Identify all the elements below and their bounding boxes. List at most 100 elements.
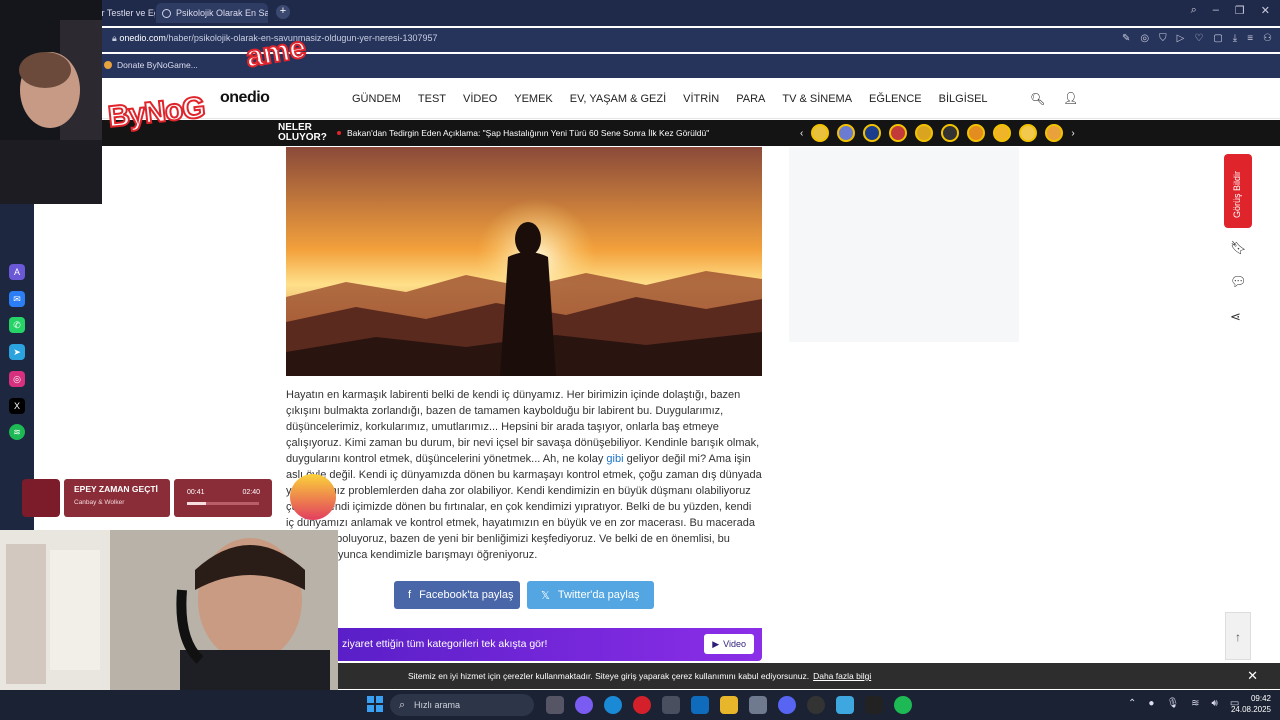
shield-icon[interactable]: ⛉ [1159, 33, 1167, 44]
story-item[interactable] [967, 124, 986, 142]
store-icon[interactable] [662, 696, 680, 714]
nav-item-ev-yasam[interactable]: EV, YAŞAM & GEZİ [570, 93, 666, 105]
task-view-icon[interactable] [546, 696, 564, 714]
taskbar-search[interactable]: Hızlı arama [390, 694, 534, 716]
inline-link[interactable]: gibi [606, 453, 623, 465]
volume-icon[interactable]: 🔊︎ [1212, 698, 1218, 709]
close-icon[interactable]: ✕ [1247, 668, 1258, 684]
user-icon[interactable]: 👤︎ [1063, 91, 1078, 105]
nav-item-gundem[interactable]: GÜNDEM [352, 93, 401, 105]
search-tabs-icon[interactable]: ⌕ [1191, 4, 1197, 17]
telegram-icon[interactable]: ➤ [9, 344, 25, 360]
browser-toolbar: ✎ ◎ ⛉ ▷ ♡ ▢ ⤓ ≡ ⚇ [1122, 33, 1272, 44]
chevron-up-icon[interactable]: ⌃ [1128, 698, 1136, 709]
total-time: 02:40 [242, 489, 260, 496]
video-promo-banner[interactable]: ziyaret ettiğin tüm kategorileri tek akı… [338, 628, 762, 661]
nav-item-video[interactable]: VİDEO [463, 93, 497, 105]
play-icon[interactable]: ▷ [1177, 33, 1185, 44]
search-icon[interactable]: 🔍︎ [1030, 92, 1045, 106]
instagram-icon[interactable]: ◎ [9, 371, 25, 387]
obs-icon[interactable] [807, 696, 825, 714]
aria-icon[interactable]: A [9, 264, 25, 280]
messenger-icon[interactable]: ✉ [9, 291, 25, 307]
browser-tabbar: En Popüler Testler ve Eğle ✕ Psikolojik … [0, 0, 1280, 26]
chevron-left-icon[interactable]: ‹ [800, 128, 803, 139]
nav-item-bilgisel[interactable]: BİLGİSEL [939, 93, 988, 105]
story-item[interactable] [837, 124, 856, 142]
new-tab-button[interactable]: + [276, 5, 290, 19]
nav-item-vitrin[interactable]: VİTRİN [683, 93, 719, 105]
play-icon: ▶ [712, 638, 720, 649]
menu-icon[interactable]: ≡ [1247, 33, 1253, 44]
article-hero-image [286, 147, 762, 376]
side-ad-placeholder [789, 147, 1019, 342]
webcam-image [0, 530, 338, 690]
story-item[interactable] [889, 124, 908, 142]
nav-item-eglence[interactable]: EĞLENCE [869, 93, 922, 105]
x-icon[interactable]: X [9, 398, 25, 414]
window-controls: ⌕ – ❐ ✕ [1191, 4, 1270, 17]
taskbar-apps [546, 696, 912, 714]
onedio-favicon-icon [162, 8, 171, 18]
download-icon[interactable]: ⤓ [1233, 33, 1237, 44]
story-item[interactable] [915, 124, 934, 142]
article-text: geliyor değil mi? Ama işin aslı öyle değ… [286, 453, 762, 561]
lock-icon: 🔒︎ [112, 33, 117, 43]
minimize-icon[interactable]: – [1213, 4, 1219, 17]
facebook-share-button[interactable]: f Facebook'ta paylaş [394, 581, 520, 609]
nav-item-test[interactable]: TEST [418, 93, 446, 105]
spotify-icon[interactable]: ≋ [9, 424, 25, 440]
discord-icon[interactable] [778, 696, 796, 714]
bookmark-item[interactable]: Donate ByNoGame... [104, 60, 198, 70]
close-window-icon[interactable]: ✕ [1261, 4, 1270, 17]
comments-icon[interactable]: 💬︎ [1230, 274, 1247, 290]
opera-icon[interactable] [633, 696, 651, 714]
track-artist: Canbay & Wolker [74, 499, 125, 506]
heart-icon[interactable]: ♡ [1194, 33, 1203, 44]
folder-icon[interactable] [720, 696, 738, 714]
story-item[interactable] [993, 124, 1012, 142]
spotify-icon[interactable] [894, 696, 912, 714]
whatsapp-icon[interactable]: ✆ [9, 317, 25, 333]
bookmark-icon[interactable]: 🔖︎ [1230, 240, 1247, 256]
nav-item-yemek[interactable]: YEMEK [514, 93, 553, 105]
twitter-share-button[interactable]: 𝕏 Twitter'da paylaş [527, 581, 654, 609]
notepad-icon[interactable] [836, 696, 854, 714]
feedback-button[interactable]: Görüş Bildir [1224, 154, 1252, 228]
edge-icon[interactable] [604, 696, 622, 714]
windows-start-icon[interactable] [367, 696, 383, 712]
cookie-more-link[interactable]: Daha fazla bilgi [813, 671, 871, 681]
share-icon[interactable]: ⋖ [1230, 309, 1241, 325]
person-icon[interactable]: ⚇ [1263, 33, 1272, 44]
nav-item-para[interactable]: PARA [736, 93, 765, 105]
story-item[interactable] [941, 124, 960, 142]
scroll-to-top-button[interactable]: ↑ [1225, 612, 1251, 660]
video-button[interactable]: ▶ Video [704, 634, 754, 654]
cube-icon[interactable]: ▢ [1213, 33, 1222, 44]
story-item[interactable] [863, 124, 882, 142]
facebook-icon: f [408, 589, 412, 601]
maximize-icon[interactable]: ❐ [1235, 4, 1245, 17]
story-item[interactable] [811, 124, 830, 142]
nav-item-tv-sinema[interactable]: TV & SİNEMA [782, 93, 852, 105]
wifi-icon[interactable]: ≋ [1191, 698, 1199, 709]
progress-bar [187, 502, 259, 505]
taskbar-clock[interactable]: 09:42 24.08.2025 [1227, 693, 1271, 715]
browser-tab-2[interactable]: Psikolojik Olarak En Savun ✕ [156, 3, 268, 23]
news-ticker-bar: NELER OLUYOR? Bakan'dan Tedirgin Eden Aç… [102, 120, 1280, 146]
app-tray-icon[interactable]: ● [1148, 698, 1154, 709]
copilot-icon[interactable] [575, 696, 593, 714]
game-icon[interactable] [749, 696, 767, 714]
story-item[interactable] [1019, 124, 1038, 142]
chevron-right-icon[interactable]: › [1071, 128, 1074, 139]
album-art [22, 479, 60, 517]
g-app-icon[interactable] [865, 696, 883, 714]
site-logo[interactable]: onedio [220, 89, 270, 107]
url-domain: onedio.com [119, 33, 166, 43]
camera-icon[interactable]: ◎ [1140, 33, 1149, 44]
mic-icon[interactable]: 🎙︎ [1166, 698, 1179, 709]
edit-icon[interactable]: ✎ [1122, 33, 1130, 44]
outlook-icon[interactable] [691, 696, 709, 714]
story-item[interactable] [1045, 124, 1064, 142]
ticker-headline[interactable]: Bakan'dan Tedirgin Eden Açıklama: "Şap H… [337, 128, 709, 138]
